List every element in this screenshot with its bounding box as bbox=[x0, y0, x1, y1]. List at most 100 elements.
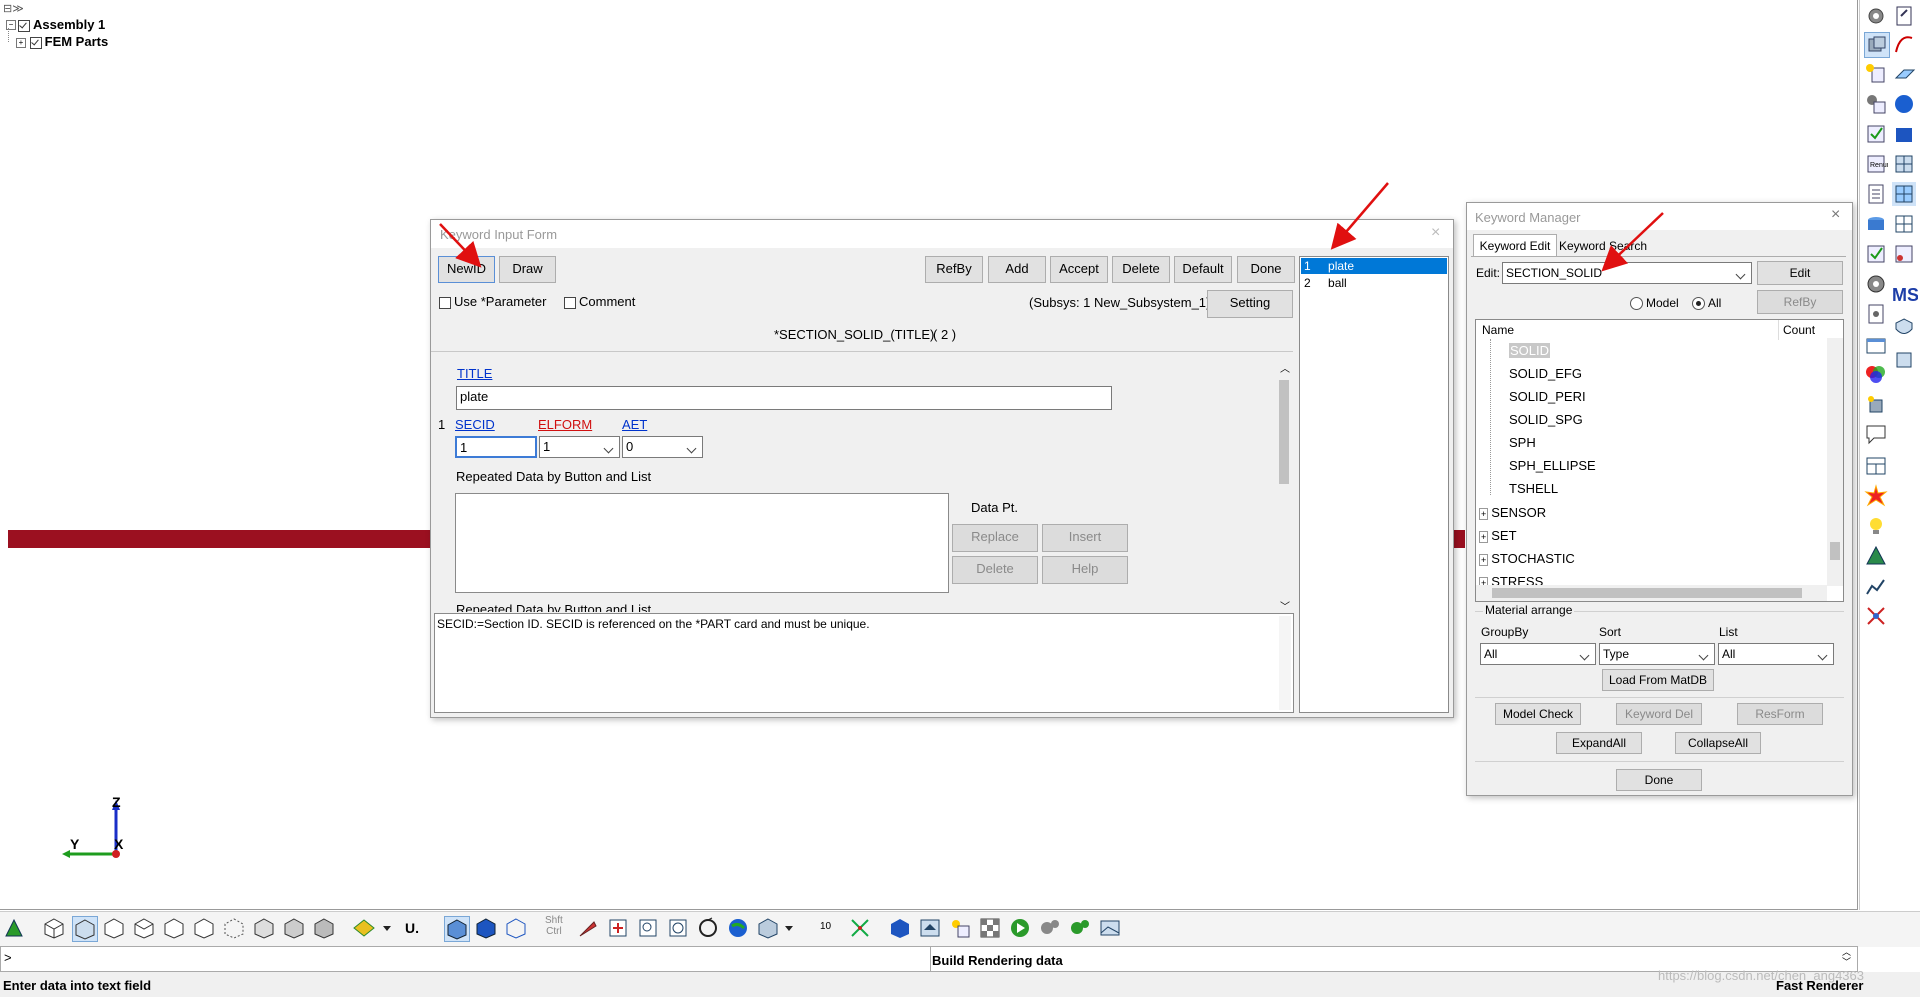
accept-button[interactable]: Accept bbox=[1050, 256, 1108, 283]
replace-button[interactable]: Replace bbox=[952, 524, 1038, 552]
light-doc-icon[interactable] bbox=[948, 916, 972, 940]
keyword-vscroll-thumb[interactable] bbox=[1830, 542, 1840, 560]
aet-select[interactable]: 0 bbox=[622, 436, 703, 458]
front-view-icon[interactable] bbox=[72, 916, 98, 942]
table-icon[interactable] bbox=[1892, 242, 1916, 266]
plate-part-left[interactable] bbox=[8, 530, 434, 548]
u-label[interactable]: U. bbox=[405, 920, 419, 936]
title-input[interactable]: plate bbox=[456, 386, 1112, 410]
expand-all-button[interactable]: ExpandAll bbox=[1556, 732, 1642, 754]
star-doc-icon[interactable] bbox=[1864, 62, 1888, 86]
setting-button[interactable]: Setting bbox=[1207, 290, 1293, 318]
km-close-icon[interactable]: × bbox=[1831, 206, 1840, 224]
top-view-icon[interactable] bbox=[132, 916, 156, 940]
network-icon[interactable] bbox=[1864, 604, 1888, 628]
image-icon[interactable] bbox=[1098, 916, 1122, 940]
default-button[interactable]: Default bbox=[1174, 256, 1232, 283]
km-done-button[interactable]: Done bbox=[1616, 769, 1702, 791]
keyword-item[interactable]: TSHELL bbox=[1509, 477, 1596, 500]
keyword-item[interactable]: SOLID_SPG bbox=[1509, 408, 1596, 431]
gears-icon[interactable] bbox=[1864, 4, 1888, 28]
tree-child-checkbox[interactable] bbox=[29, 36, 42, 49]
collapse-all-button[interactable]: CollapseAll bbox=[1675, 732, 1761, 754]
tree-collapse-icon[interactable]: ⊟≫ bbox=[3, 2, 24, 15]
tree-child[interactable]: + FEM Parts bbox=[14, 34, 108, 49]
solid-icon[interactable] bbox=[474, 916, 498, 940]
wireframe-icon[interactable] bbox=[504, 916, 528, 940]
keyword-item[interactable]: SPH bbox=[1509, 431, 1596, 454]
aet-label[interactable]: AET bbox=[622, 417, 647, 432]
comment-option[interactable]: Comment bbox=[564, 294, 635, 309]
refby-button[interactable]: RefBy bbox=[925, 256, 983, 283]
keyword-item[interactable]: SOLID_EFG bbox=[1509, 362, 1596, 385]
command-scroll-icon[interactable]: ︿ ﹀ bbox=[1842, 947, 1851, 967]
use-parameter-option[interactable]: Use *Parameter bbox=[439, 294, 546, 309]
check-list-icon[interactable] bbox=[1864, 122, 1888, 146]
tool-icon[interactable] bbox=[1892, 348, 1916, 372]
sort-select[interactable]: Type bbox=[1599, 643, 1715, 665]
expand-icon[interactable]: + bbox=[1479, 508, 1489, 520]
back-view-icon[interactable] bbox=[102, 916, 126, 940]
pick-icon[interactable] bbox=[576, 916, 600, 940]
blue-cylinder-icon[interactable] bbox=[1864, 212, 1888, 236]
blue-box-icon[interactable] bbox=[1892, 122, 1916, 146]
scroll-down-icon[interactable]: ﹀ bbox=[1280, 598, 1290, 613]
keyword-item[interactable]: SPH_ELLIPSE bbox=[1509, 454, 1596, 477]
expand-icon[interactable]: + bbox=[1479, 554, 1489, 566]
id-list-item[interactable]: 2 ball bbox=[1301, 275, 1447, 291]
settings-doc-icon[interactable] bbox=[1864, 302, 1888, 326]
color-wheel-icon[interactable] bbox=[1864, 362, 1888, 386]
use-parameter-checkbox[interactable] bbox=[439, 296, 451, 309]
km-refby-button[interactable]: RefBy bbox=[1757, 290, 1843, 314]
axis-icon[interactable] bbox=[848, 916, 872, 940]
shaded-icon[interactable] bbox=[444, 916, 470, 942]
id-list-item-selected[interactable]: 1 plate bbox=[1301, 258, 1447, 274]
box-icon[interactable] bbox=[888, 916, 912, 940]
elform-label[interactable]: ELFORM bbox=[538, 417, 592, 432]
help-scrollbar[interactable] bbox=[1279, 616, 1291, 710]
command-line[interactable]: > bbox=[0, 946, 1858, 972]
col-name-header[interactable]: Name bbox=[1482, 323, 1514, 337]
rotate-icon[interactable] bbox=[696, 916, 720, 940]
add-point-icon[interactable] bbox=[606, 916, 630, 940]
layout-icon[interactable] bbox=[1864, 454, 1888, 478]
shft-ctrl[interactable]: Shft Ctrl bbox=[545, 915, 563, 937]
model-radio[interactable]: Model bbox=[1630, 296, 1679, 311]
col-count-header[interactable]: Count bbox=[1783, 323, 1815, 337]
keyword-vscroll[interactable] bbox=[1827, 338, 1843, 586]
form-scrollbar[interactable]: ︿ ﹀ bbox=[1277, 360, 1291, 613]
done-button[interactable]: Done bbox=[1237, 256, 1295, 283]
export-icon[interactable] bbox=[1892, 4, 1916, 28]
ms-icon[interactable]: MS bbox=[1892, 282, 1919, 306]
left-view-icon[interactable] bbox=[192, 916, 216, 940]
kif-close-icon[interactable]: × bbox=[1431, 224, 1440, 242]
explosion-icon[interactable] bbox=[1864, 484, 1888, 508]
tree-expand-icon[interactable]: + bbox=[16, 37, 26, 48]
play-icon[interactable] bbox=[1008, 916, 1032, 940]
grid-select-icon[interactable] bbox=[1892, 212, 1916, 236]
title-field-label[interactable]: TITLE bbox=[457, 366, 492, 381]
gear-icon[interactable] bbox=[1864, 272, 1888, 296]
expand-icon[interactable]: + bbox=[1479, 531, 1489, 543]
grid-icon[interactable] bbox=[1892, 182, 1916, 206]
list-select[interactable]: All bbox=[1718, 643, 1834, 665]
comment-icon[interactable] bbox=[1864, 422, 1888, 446]
mesh-icon[interactable] bbox=[1892, 152, 1916, 176]
tree-root[interactable]: − Assembly 1 bbox=[6, 17, 105, 32]
chart-icon[interactable] bbox=[1864, 574, 1888, 598]
wire-view-icon[interactable] bbox=[252, 916, 276, 940]
hidden-view-icon[interactable] bbox=[312, 916, 336, 940]
comment-checkbox[interactable] bbox=[564, 296, 576, 309]
model-check-button[interactable]: Model Check bbox=[1495, 703, 1581, 725]
keyword-group[interactable]: + SENSOR bbox=[1479, 501, 1575, 524]
tab-keyword-edit[interactable]: Keyword Edit bbox=[1473, 234, 1557, 257]
renumber-icon[interactable]: Renum bbox=[1864, 152, 1893, 176]
add-button[interactable]: Add bbox=[988, 256, 1046, 283]
help-text-panel[interactable]: SECID:=Section ID. SECID is referenced o… bbox=[434, 613, 1294, 713]
box-move-icon[interactable] bbox=[1864, 392, 1888, 416]
id-list[interactable]: 1 plate 2 ball bbox=[1299, 256, 1449, 713]
bottom-view-icon[interactable] bbox=[162, 916, 186, 940]
keyword-del-button[interactable]: Keyword Del bbox=[1616, 703, 1702, 725]
help-button[interactable]: Help bbox=[1042, 556, 1128, 584]
all-radio-dot[interactable] bbox=[1692, 297, 1705, 311]
